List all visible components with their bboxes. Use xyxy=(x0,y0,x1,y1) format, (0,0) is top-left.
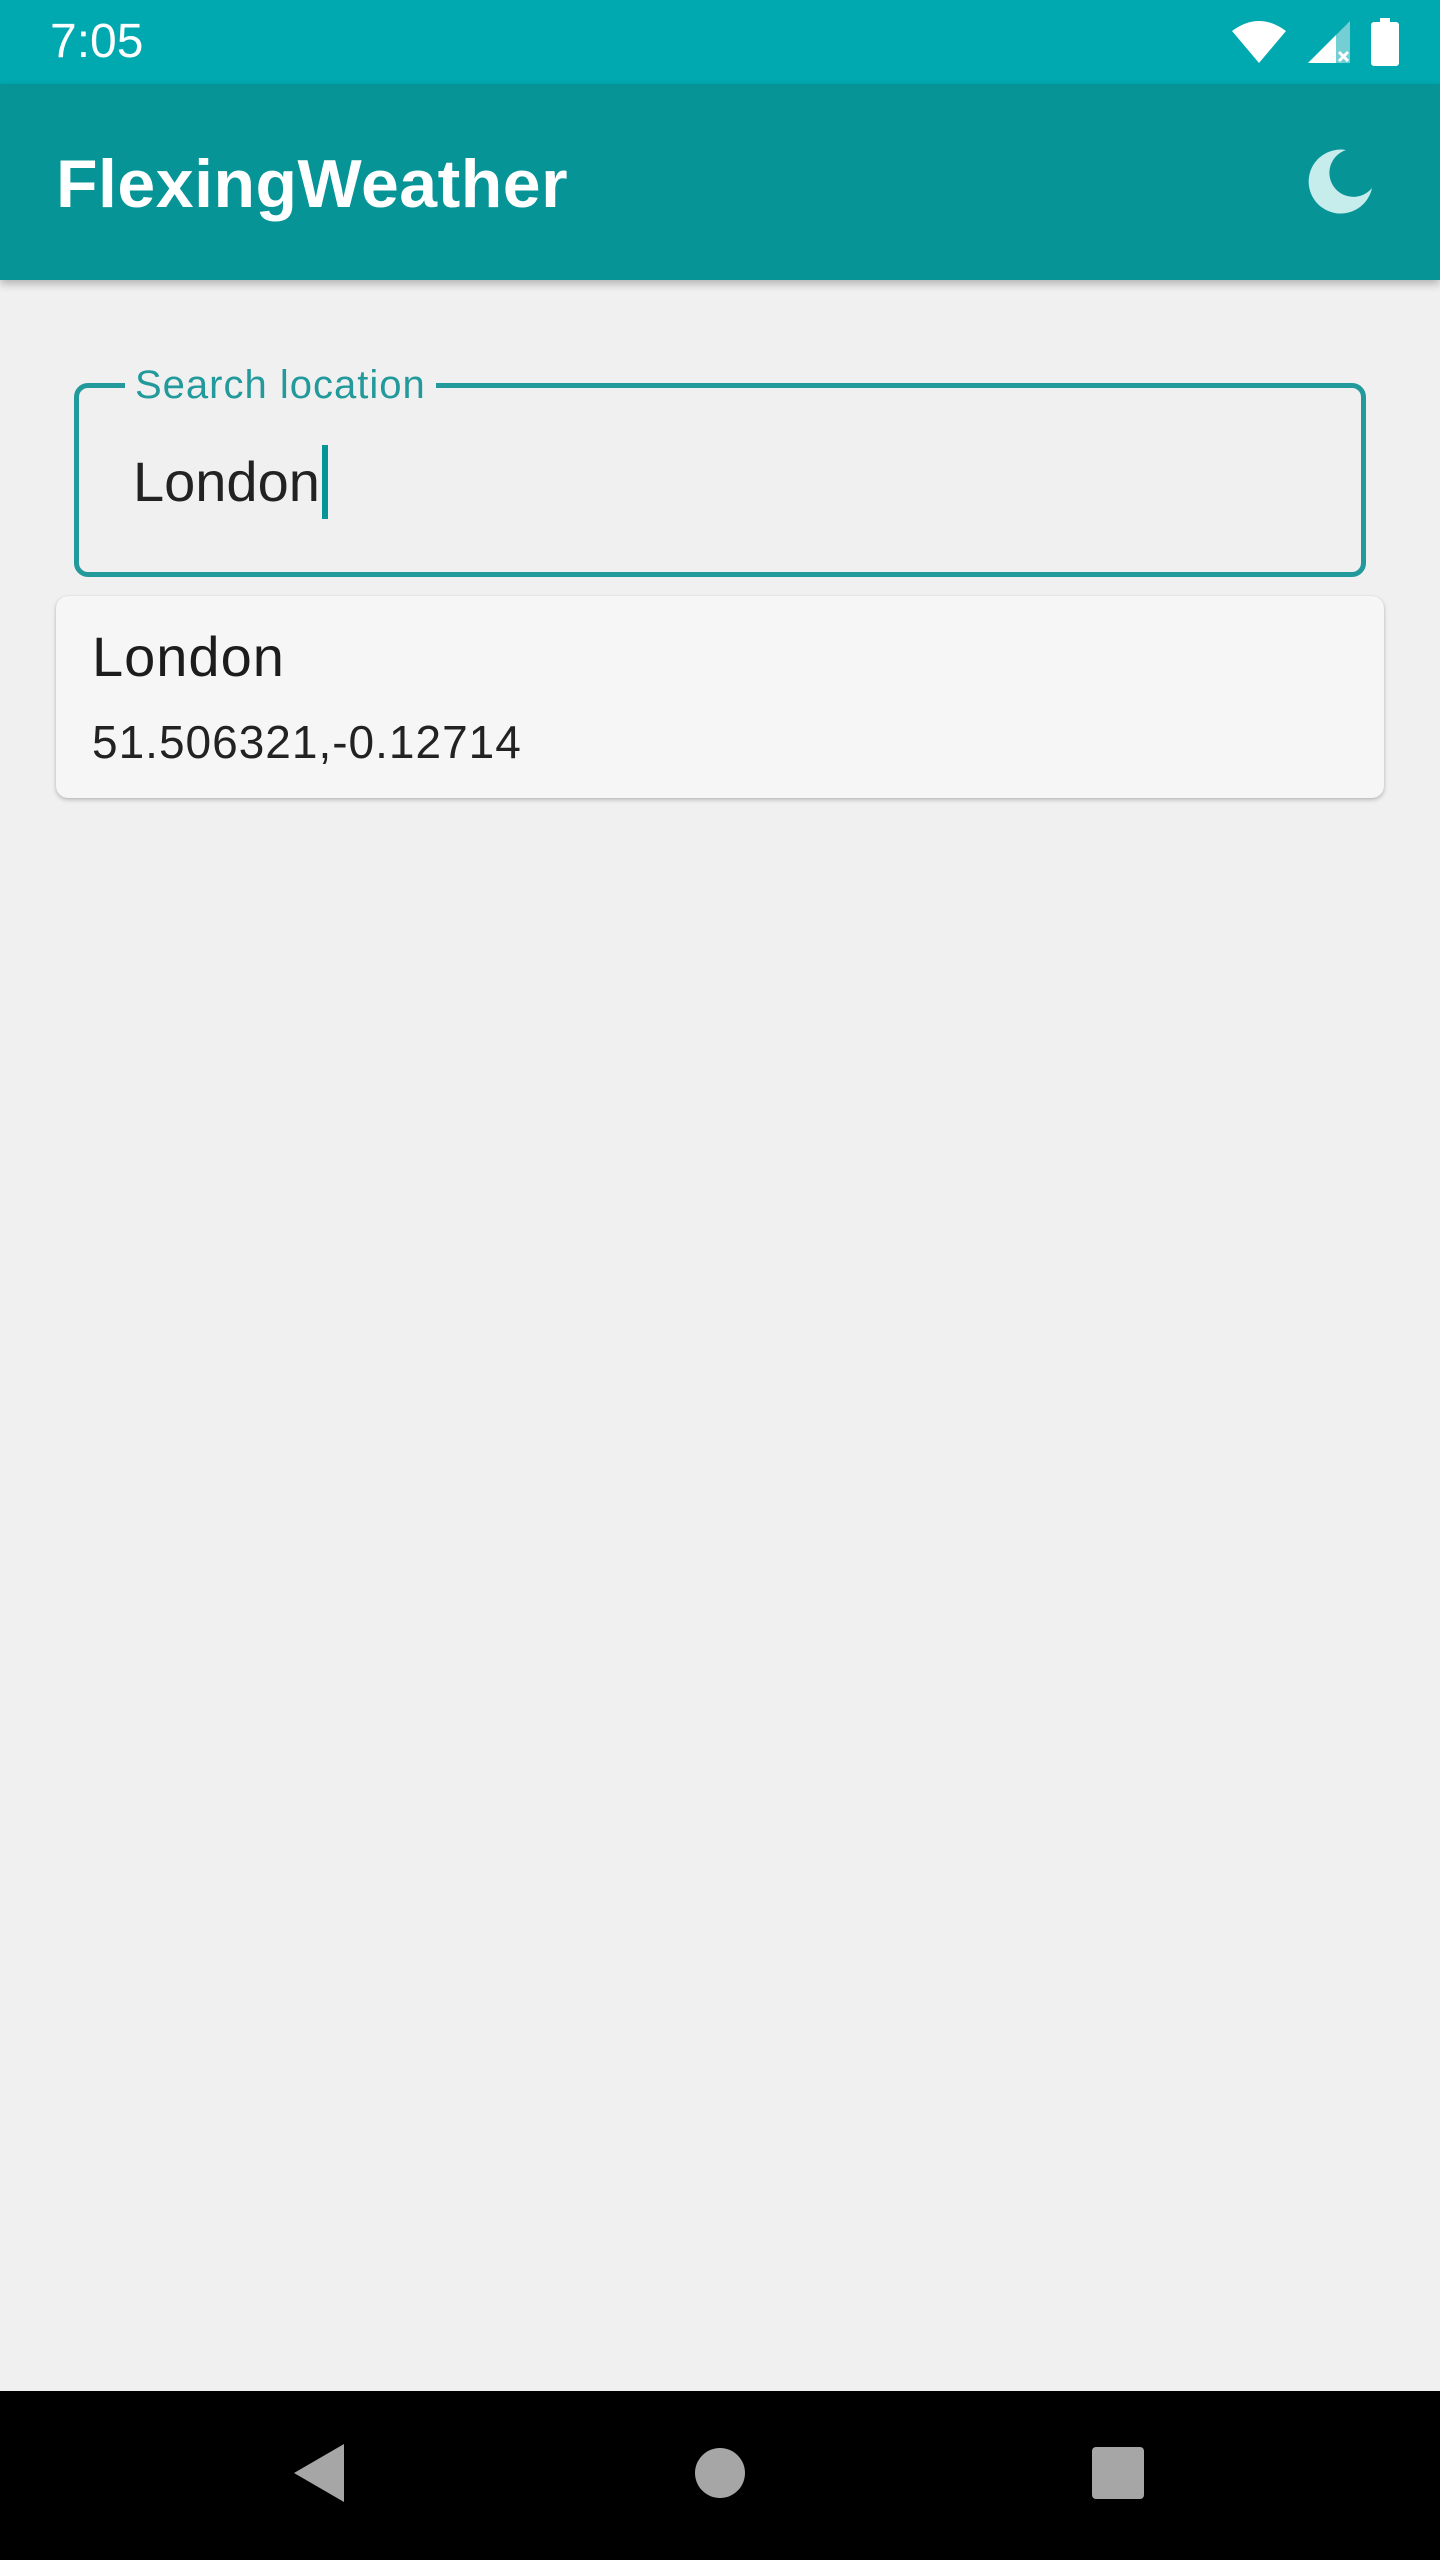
navigation-bar xyxy=(0,2391,1440,2560)
status-bar: 7:05 xyxy=(0,0,1440,84)
recents-icon xyxy=(1091,2446,1145,2505)
home-button[interactable] xyxy=(680,2435,760,2515)
theme-toggle-button[interactable] xyxy=(1300,144,1380,224)
back-icon xyxy=(290,2442,346,2509)
recents-button[interactable] xyxy=(1078,2435,1158,2515)
status-icons xyxy=(1230,16,1400,68)
list-item[interactable]: London 51.506321,-0.12714 xyxy=(56,596,1384,798)
text-cursor xyxy=(321,445,328,519)
battery-icon xyxy=(1370,18,1400,66)
back-button[interactable] xyxy=(278,2435,358,2515)
search-label: Search location xyxy=(125,360,436,410)
screen: 7:05 FlexingWeather Search location Lond… xyxy=(0,0,1440,2560)
app-bar: FlexingWeather xyxy=(0,84,1440,280)
home-icon xyxy=(694,2447,746,2504)
status-time: 7:05 xyxy=(50,15,144,68)
search-input[interactable]: London xyxy=(133,442,1293,522)
result-name: London xyxy=(92,625,285,688)
app-title: FlexingWeather xyxy=(56,146,569,222)
search-location-field[interactable]: Search location London xyxy=(74,360,1366,577)
cell-signal-icon xyxy=(1306,19,1352,65)
search-input-value: London xyxy=(133,450,320,513)
result-coordinates: 51.506321,-0.12714 xyxy=(92,716,522,768)
moon-icon xyxy=(1306,148,1374,221)
wifi-icon xyxy=(1230,19,1288,65)
